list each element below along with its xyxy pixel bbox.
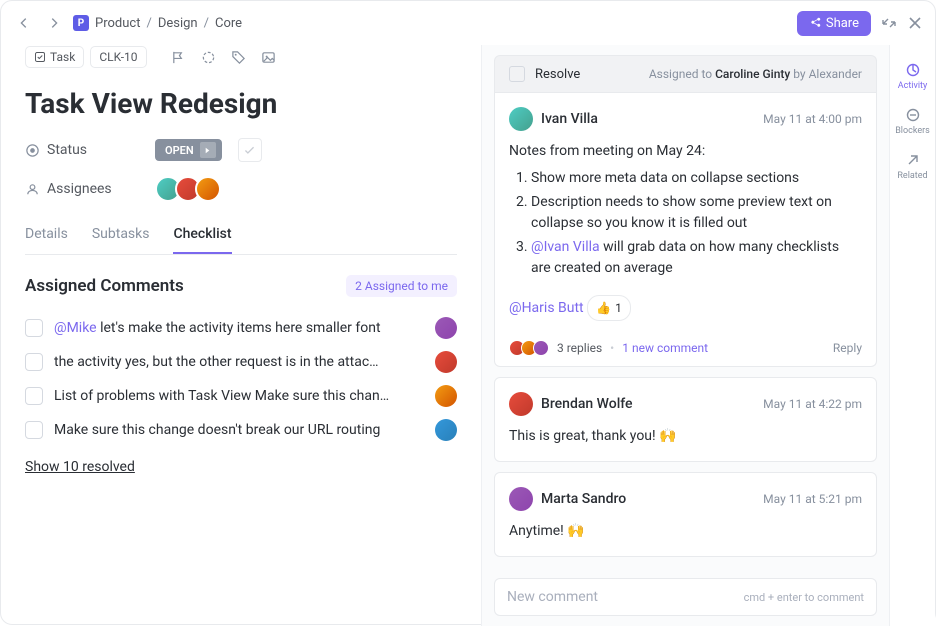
comment-author[interactable]: Ivan Villa [541, 109, 598, 130]
comment-author[interactable]: Brendan Wolfe [541, 394, 633, 415]
avatar[interactable] [435, 385, 457, 407]
sprint-icon[interactable] [197, 45, 221, 69]
mention[interactable]: @Haris Butt [509, 300, 584, 316]
rail-blockers[interactable]: Blockers [891, 100, 935, 143]
close-icon[interactable] [907, 15, 923, 31]
comment-author[interactable]: Marta Sandro [541, 489, 626, 510]
item-checkbox[interactable] [25, 353, 43, 371]
rail-related[interactable]: Related [891, 145, 935, 188]
item-checkbox[interactable] [25, 319, 43, 337]
comment-time: May 11 at 5:21 pm [763, 490, 862, 508]
reaction[interactable]: 👍1 [587, 295, 631, 321]
share-button[interactable]: Share [797, 11, 871, 36]
image-icon[interactable] [257, 45, 281, 69]
nav-forward[interactable] [43, 12, 65, 34]
flag-icon[interactable] [167, 45, 191, 69]
status-next-icon[interactable] [200, 142, 216, 158]
avatar[interactable] [435, 317, 457, 339]
assignees-label: Assignees [25, 181, 145, 197]
avatar[interactable] [509, 487, 533, 511]
task-title[interactable]: Task View Redesign [25, 87, 457, 120]
nav-back[interactable] [13, 12, 35, 34]
item-checkbox[interactable] [25, 421, 43, 439]
tab-details[interactable]: Details [25, 216, 68, 254]
comment-item[interactable]: Make sure this change doesn't break our … [25, 413, 457, 447]
task-type-chip[interactable]: Task [25, 46, 84, 68]
minimize-icon[interactable] [881, 15, 897, 31]
section-title: Assigned Comments [25, 276, 184, 296]
avatar[interactable] [509, 107, 533, 131]
comment: Brendan Wolfe May 11 at 4:22 pm This is … [494, 377, 877, 462]
comment-input[interactable]: cmd + enter to comment [494, 578, 877, 616]
assigned-badge[interactable]: 2 Assigned to me [346, 275, 457, 297]
input-hint: cmd + enter to comment [744, 591, 864, 604]
resolve-label: Resolve [535, 67, 580, 82]
comment-time: May 11 at 4:00 pm [763, 110, 862, 128]
comment-item[interactable]: List of problems with Task View Make sur… [25, 379, 457, 413]
comment-time: May 11 at 4:22 pm [763, 395, 862, 413]
tab-checklist[interactable]: Checklist [173, 216, 231, 254]
thread-meta[interactable]: 3 replies • 1 new comment Reply [494, 330, 877, 367]
item-checkbox[interactable] [25, 387, 43, 405]
space-icon: P [73, 15, 89, 31]
avatar[interactable] [195, 176, 221, 202]
comment: Marta Sandro May 11 at 5:21 pm Anytime! … [494, 472, 877, 557]
tag-icon[interactable] [227, 45, 251, 69]
rail-activity[interactable]: Activity [891, 55, 935, 98]
resolve-meta: Assigned to Caroline Ginty by Alexander [649, 67, 862, 81]
comment-item[interactable]: @Mike let's make the activity items here… [25, 311, 457, 345]
status-label: Status [25, 142, 145, 158]
task-id-chip[interactable]: CLK-10 [90, 46, 146, 68]
assignees[interactable] [155, 176, 221, 202]
complete-button[interactable] [238, 138, 262, 162]
resolve-checkbox[interactable] [509, 66, 525, 82]
avatar[interactable] [435, 419, 457, 441]
status-value[interactable]: OPEN [155, 139, 222, 161]
show-resolved-link[interactable]: Show 10 resolved [25, 459, 135, 475]
tab-subtasks[interactable]: Subtasks [92, 216, 150, 254]
avatar[interactable] [509, 392, 533, 416]
comment-field[interactable] [507, 589, 744, 605]
breadcrumb[interactable]: P Product / Design / Core [73, 15, 242, 31]
comment: Ivan Villa May 11 at 4:00 pm Notes from … [494, 92, 877, 336]
comment-item[interactable]: the activity yes, but the other request … [25, 345, 457, 379]
reply-link[interactable]: Reply [833, 341, 862, 355]
avatar[interactable] [435, 351, 457, 373]
